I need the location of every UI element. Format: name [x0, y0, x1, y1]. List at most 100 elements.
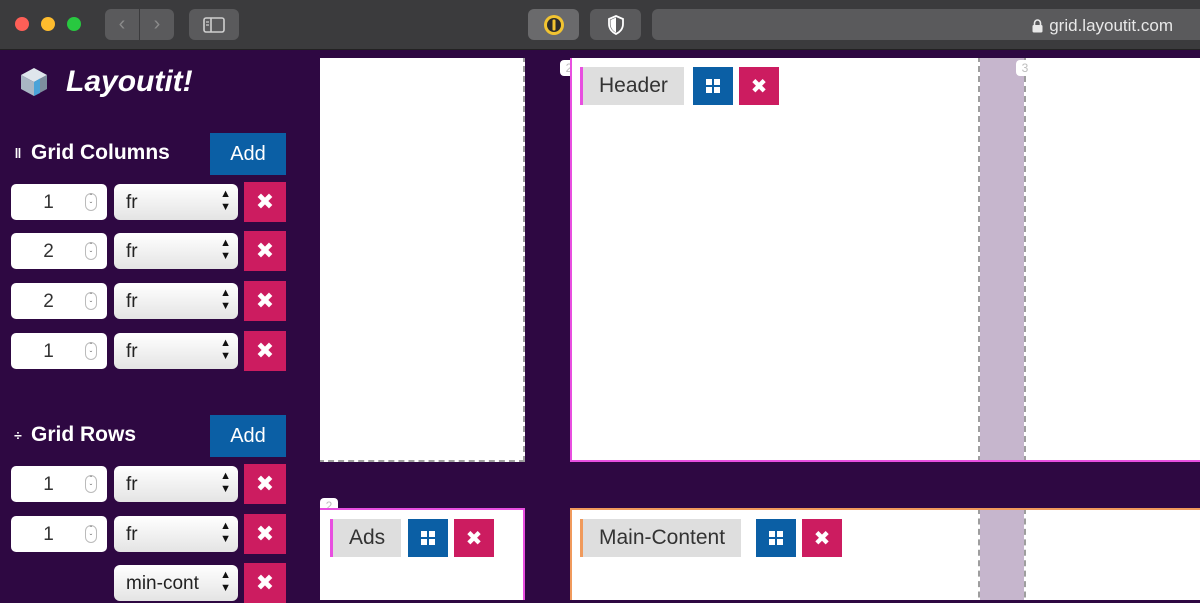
close-icon: ✖: [255, 471, 275, 496]
stepper-icon[interactable]: ˆˇ: [85, 193, 97, 211]
grid-icon: [769, 531, 783, 545]
close-icon: ✖: [255, 570, 275, 595]
grid-columns-title: Grid Columns: [31, 141, 170, 164]
close-icon: ✖: [255, 288, 275, 313]
main-content-area-delete-button[interactable]: ✖: [802, 519, 842, 557]
row-unit-select[interactable]: min-cont ▲ ▼: [114, 565, 238, 601]
column-unit-select[interactable]: fr ▲ ▼: [114, 184, 238, 220]
column-size-input[interactable]: 2 ˆˇ: [11, 233, 107, 269]
delete-row-button[interactable]: ✖: [244, 464, 286, 504]
rows-icon: ÷: [14, 427, 22, 443]
delete-row-button[interactable]: ✖: [244, 514, 286, 554]
password-manager-icon: [543, 14, 564, 35]
close-icon: ✖: [813, 527, 831, 550]
grid-rows-heading: ÷ Grid Rows: [11, 423, 136, 447]
sidebar-icon: [203, 16, 225, 33]
stepper-icon[interactable]: ˆˇ: [85, 475, 97, 493]
row-size-value: 1: [43, 524, 54, 545]
close-icon: ✖: [465, 527, 483, 550]
row-track-row: min-cont ▲ ▼ ✖: [11, 563, 291, 603]
column-size-value: 1: [43, 192, 54, 213]
grid-cell[interactable]: [320, 58, 525, 462]
column-size-input[interactable]: 1 ˆˇ: [11, 184, 107, 220]
close-window-button[interactable]: [15, 17, 29, 31]
select-arrows-icon: ▲ ▼: [220, 188, 231, 213]
url-text: grid.layoutit.com: [1049, 16, 1173, 35]
column-unit-value: fr: [126, 341, 138, 362]
column-track-row: 2 ˆˇ fr ▲ ▼ ✖: [11, 231, 291, 271]
row-track-row: 1 ˆˇ fr ▲ ▼ ✖: [11, 514, 291, 554]
sidebar-toggle-button[interactable]: [189, 9, 239, 40]
control-panel: Layoutit! ‖ Grid Columns Add 1 ˆˇ fr ▲ ▼ …: [0, 50, 320, 603]
grid-canvas: 2 3 2 Header ✖ Ads ✖ Main-Content ✖: [320, 58, 1200, 600]
select-arrows-icon: ▲ ▼: [220, 337, 231, 362]
row-size-input[interactable]: 1 ˆˇ: [11, 516, 107, 552]
column-unit-value: fr: [126, 241, 138, 262]
shield-icon: [607, 14, 624, 35]
column-track-row: 2 ˆˇ fr ▲ ▼ ✖: [11, 281, 291, 321]
row-unit-select[interactable]: fr ▲ ▼: [114, 516, 238, 552]
app-title: Layoutit!: [66, 65, 193, 98]
chevron-right-icon: ›: [153, 13, 161, 35]
close-icon: ✖: [750, 75, 768, 98]
lock-icon: [1032, 19, 1043, 33]
minimize-window-button[interactable]: [41, 17, 55, 31]
privacy-shield-extension-button[interactable]: [590, 9, 641, 40]
column-unit-select[interactable]: fr ▲ ▼: [114, 333, 238, 369]
column-size-input[interactable]: 2 ˆˇ: [11, 283, 107, 319]
header-area-delete-button[interactable]: ✖: [739, 67, 779, 105]
select-arrows-icon: ▲ ▼: [220, 520, 231, 545]
select-arrows-icon: ▲ ▼: [220, 237, 231, 262]
row-unit-value: fr: [126, 524, 138, 545]
grid-icon: [421, 531, 435, 545]
row-unit-value: fr: [126, 474, 138, 495]
row-size-value: 1: [43, 474, 54, 495]
address-bar[interactable]: grid.layoutit.com: [652, 9, 1200, 40]
add-column-button[interactable]: Add: [210, 133, 286, 175]
columns-icon: ‖: [14, 145, 22, 161]
area-name-header[interactable]: Header: [580, 67, 684, 105]
stepper-icon[interactable]: ˆˇ: [85, 525, 97, 543]
column-unit-value: fr: [126, 192, 138, 213]
select-arrows-icon: ▲ ▼: [220, 470, 231, 495]
delete-column-button[interactable]: ✖: [244, 281, 286, 321]
browser-toolbar: ‹ › grid.layoutit.com: [0, 0, 1200, 50]
stepper-icon[interactable]: ˆˇ: [85, 242, 97, 260]
row-unit-value: min-cont: [126, 573, 199, 594]
delete-column-button[interactable]: ✖: [244, 331, 286, 371]
row-unit-select[interactable]: fr ▲ ▼: [114, 466, 238, 502]
row-size-input[interactable]: 1 ˆˇ: [11, 466, 107, 502]
row-track-row: 1 ˆˇ fr ▲ ▼ ✖: [11, 464, 291, 504]
canvas-top-gap: [320, 50, 1200, 58]
delete-column-button[interactable]: ✖: [244, 182, 286, 222]
main-content-area-grid-button[interactable]: [756, 519, 796, 557]
column-track-row: 1 ˆˇ fr ▲ ▼ ✖: [11, 331, 291, 371]
header-area-grid-button[interactable]: [693, 67, 733, 105]
cube-icon: [21, 68, 47, 96]
area-name-main-content[interactable]: Main-Content: [580, 519, 742, 557]
select-arrows-icon: ▲ ▼: [220, 569, 231, 594]
delete-column-button[interactable]: ✖: [244, 231, 286, 271]
close-icon: ✖: [255, 338, 275, 363]
stepper-icon[interactable]: ˆˇ: [85, 292, 97, 310]
grid-area-header[interactable]: [570, 58, 1200, 462]
chevron-left-icon: ‹: [118, 13, 126, 35]
back-button[interactable]: ‹: [105, 9, 139, 40]
stepper-icon[interactable]: ˆˇ: [85, 342, 97, 360]
column-size-value: 2: [43, 291, 54, 312]
column-unit-select[interactable]: fr ▲ ▼: [114, 283, 238, 319]
column-unit-value: fr: [126, 291, 138, 312]
close-icon: ✖: [255, 238, 275, 263]
select-arrows-icon: ▲ ▼: [220, 287, 231, 312]
app-logo: Layoutit!: [18, 65, 193, 99]
password-manager-extension-button[interactable]: [528, 9, 579, 40]
add-row-button[interactable]: Add: [210, 415, 286, 457]
ads-area-delete-button[interactable]: ✖: [454, 519, 494, 557]
column-size-input[interactable]: 1 ˆˇ: [11, 333, 107, 369]
ads-area-grid-button[interactable]: [408, 519, 448, 557]
forward-button[interactable]: ›: [140, 9, 174, 40]
area-name-ads[interactable]: Ads: [330, 519, 402, 557]
column-unit-select[interactable]: fr ▲ ▼: [114, 233, 238, 269]
delete-row-button[interactable]: ✖: [244, 563, 286, 603]
fullscreen-window-button[interactable]: [67, 17, 81, 31]
